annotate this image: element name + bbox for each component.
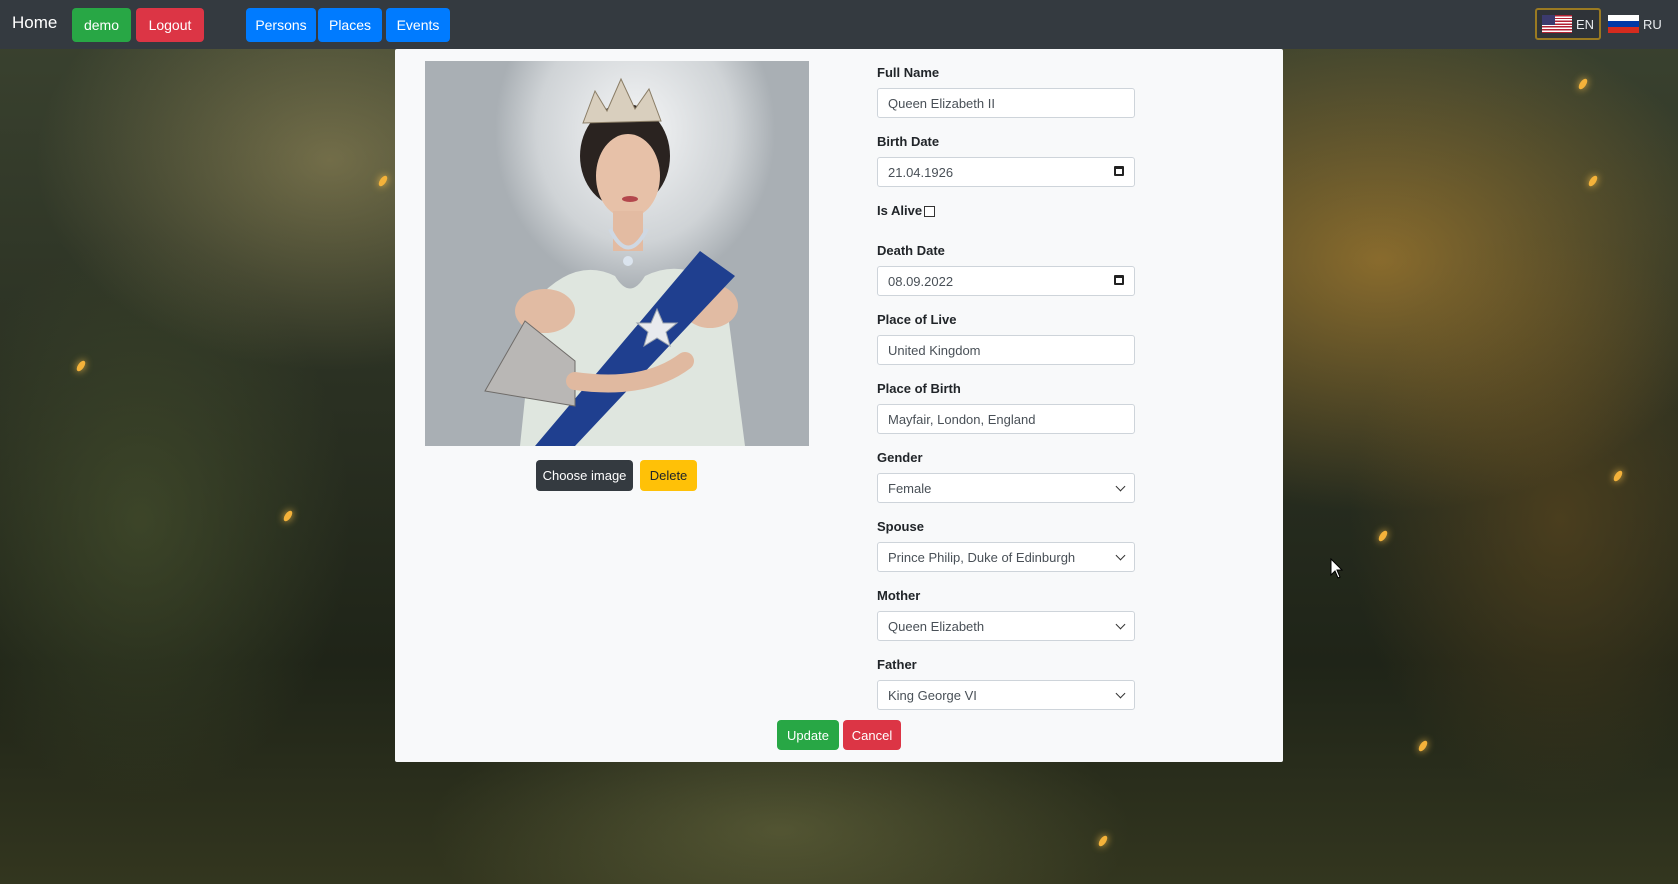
is-alive-checkbox[interactable] bbox=[924, 205, 936, 217]
death-date-label: Death Date bbox=[877, 243, 945, 258]
birth-date-value: 21.04.1926 bbox=[888, 164, 954, 180]
calendar-icon[interactable] bbox=[1114, 275, 1124, 285]
chevron-down-icon bbox=[1115, 619, 1126, 630]
nav-events-button[interactable]: Events bbox=[386, 8, 450, 42]
birth-date-input[interactable]: 21.04.1926 bbox=[877, 157, 1135, 187]
cancel-button[interactable]: Cancel bbox=[843, 720, 901, 750]
place-of-birth-value: Mayfair, London, England bbox=[888, 411, 1036, 427]
full-name-input[interactable]: Queen Elizabeth II bbox=[877, 88, 1135, 118]
russia-flag-icon bbox=[1608, 15, 1639, 33]
gender-label: Gender bbox=[877, 450, 923, 465]
person-edit-card: Choose image Delete Full Name Queen Eliz… bbox=[395, 49, 1283, 762]
language-en-label: EN bbox=[1575, 16, 1594, 32]
top-navbar: Home demo Logout Persons Places Events E… bbox=[0, 0, 1678, 49]
update-button[interactable]: Update bbox=[777, 720, 839, 750]
death-date-value: 08.09.2022 bbox=[888, 273, 954, 289]
gender-value: Female bbox=[888, 480, 932, 496]
delete-image-button[interactable]: Delete bbox=[640, 460, 697, 491]
mother-label: Mother bbox=[877, 588, 921, 603]
full-name-value: Queen Elizabeth II bbox=[888, 95, 995, 111]
choose-image-button[interactable]: Choose image bbox=[536, 460, 633, 491]
language-en-button[interactable]: EN bbox=[1535, 8, 1601, 40]
place-of-live-value: United Kingdom bbox=[888, 342, 981, 358]
father-label: Father bbox=[877, 657, 917, 672]
nav-persons-button[interactable]: Persons bbox=[246, 8, 316, 42]
is-alive-row: Is Alive bbox=[877, 201, 1135, 221]
language-ru-label: RU bbox=[1643, 16, 1662, 32]
chevron-down-icon bbox=[1115, 688, 1126, 699]
place-of-live-label: Place of Live bbox=[877, 312, 957, 327]
logout-button[interactable]: Logout bbox=[136, 8, 204, 42]
chevron-down-icon bbox=[1115, 550, 1126, 561]
gender-select[interactable]: Female bbox=[877, 473, 1135, 503]
user-button[interactable]: demo bbox=[72, 8, 131, 42]
place-of-live-input[interactable]: United Kingdom bbox=[877, 335, 1135, 365]
father-value: King George VI bbox=[888, 687, 977, 703]
person-photo bbox=[425, 61, 809, 446]
spouse-value: Prince Philip, Duke of Edinburgh bbox=[888, 549, 1076, 565]
father-select[interactable]: King George VI bbox=[877, 680, 1135, 710]
full-name-label: Full Name bbox=[877, 65, 940, 80]
place-of-birth-input[interactable]: Mayfair, London, England bbox=[877, 404, 1135, 434]
nav-places-button[interactable]: Places bbox=[318, 8, 382, 42]
spouse-label: Spouse bbox=[877, 519, 924, 534]
spouse-select[interactable]: Prince Philip, Duke of Edinburgh bbox=[877, 542, 1135, 572]
portrait-image bbox=[484, 77, 745, 446]
is-alive-label: Is Alive bbox=[877, 203, 923, 218]
chevron-down-icon bbox=[1115, 481, 1126, 492]
birth-date-label: Birth Date bbox=[877, 134, 940, 149]
person-form: Full Name Queen Elizabeth II Birth Date … bbox=[877, 59, 1135, 724]
us-flag-icon bbox=[1542, 15, 1572, 33]
calendar-icon[interactable] bbox=[1114, 166, 1124, 176]
language-ru-button[interactable]: RU bbox=[1603, 8, 1671, 40]
mouse-cursor-icon bbox=[1330, 558, 1344, 579]
place-of-birth-label: Place of Birth bbox=[877, 381, 961, 396]
mother-value: Queen Elizabeth bbox=[888, 618, 985, 634]
mother-select[interactable]: Queen Elizabeth bbox=[877, 611, 1135, 641]
death-date-input[interactable]: 08.09.2022 bbox=[877, 266, 1135, 296]
home-link[interactable]: Home bbox=[12, 13, 57, 33]
